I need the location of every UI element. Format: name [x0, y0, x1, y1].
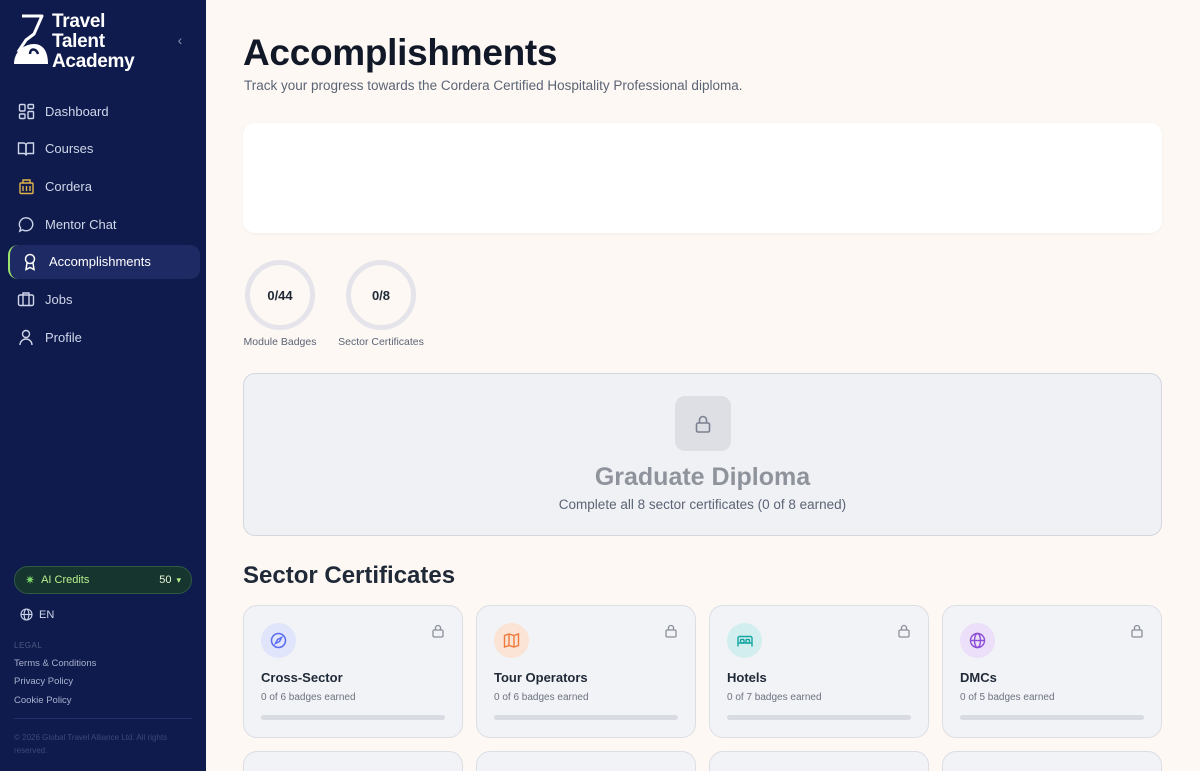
- lock-icon: [431, 624, 445, 643]
- certificate-card-dmcs[interactable]: DMCs 0 of 5 badges earned: [942, 605, 1162, 738]
- sidebar-item-label: Courses: [45, 141, 94, 157]
- logo-mark-icon: [14, 14, 48, 64]
- sidebar-item-mentor-chat[interactable]: Mentor Chat: [8, 207, 200, 241]
- certificate-card[interactable]: [942, 751, 1162, 771]
- progress-bar: [727, 715, 911, 720]
- sidebar: Travel Talent Academy ‹ Dashboard Course…: [0, 0, 206, 771]
- progress-ring: 0/44: [245, 260, 315, 330]
- certificate-card-hotels[interactable]: Hotels 0 of 7 badges earned: [709, 605, 929, 738]
- stat-label: Module Badges: [243, 336, 317, 348]
- loading-card: [243, 123, 1162, 233]
- legal-heading: LEGAL: [14, 641, 43, 650]
- stat-value: 0/44: [267, 287, 293, 303]
- lock-icon: [1130, 624, 1144, 643]
- sidebar-item-label: Dashboard: [45, 103, 109, 119]
- certificate-progress-text: 0 of 7 badges earned: [727, 692, 822, 703]
- globe-icon: [20, 608, 33, 621]
- sidebar-item-profile[interactable]: Profile: [8, 320, 200, 354]
- certificate-name: DMCs: [960, 670, 997, 685]
- sidebar-item-jobs[interactable]: Jobs: [8, 282, 200, 316]
- compass-icon: [261, 623, 296, 658]
- certificate-progress-text: 0 of 5 badges earned: [960, 692, 1055, 703]
- graduate-diploma-card: Graduate Diploma Complete all 8 sector c…: [243, 373, 1162, 536]
- diploma-subtitle: Complete all 8 sector certificates (0 of…: [558, 497, 847, 512]
- sidebar-item-label: Mentor Chat: [45, 216, 117, 232]
- sidebar-item-cordera[interactable]: Cordera: [8, 169, 200, 203]
- diploma-title: Graduate Diploma: [594, 463, 811, 491]
- language-selector[interactable]: EN: [20, 608, 54, 621]
- progress-bar: [494, 715, 678, 720]
- certificate-card[interactable]: [709, 751, 929, 771]
- chevron-down-icon: ▾: [176, 574, 181, 585]
- ribbon-icon: [20, 252, 40, 272]
- sector-certificates-stat: 0/8 Sector Certificates: [337, 260, 425, 348]
- sidebar-item-label: Profile: [45, 329, 82, 345]
- language-label: EN: [39, 608, 55, 621]
- chat-icon: [16, 214, 36, 234]
- progress-bar: [960, 715, 1144, 720]
- terms-link[interactable]: Terms & Conditions: [14, 658, 96, 669]
- briefcase-icon: [16, 289, 36, 309]
- lock-icon: [897, 624, 911, 643]
- collapse-sidebar-button[interactable]: ‹: [172, 32, 188, 48]
- progress-ring: 0/8: [346, 260, 416, 330]
- cookie-link[interactable]: Cookie Policy: [14, 695, 72, 706]
- divider: [14, 718, 192, 719]
- lock-icon: [675, 396, 731, 451]
- sidebar-item-accomplishments[interactable]: Accomplishments: [8, 244, 200, 279]
- sidebar-item-courses[interactable]: Courses: [8, 132, 200, 166]
- sidebar-item-label: Jobs: [45, 291, 73, 307]
- page-title: Accomplishments: [243, 32, 558, 73]
- stat-label: Sector Certificates: [338, 336, 424, 348]
- dashboard-icon: [16, 101, 36, 121]
- certificate-progress-text: 0 of 6 badges earned: [261, 692, 356, 703]
- logo-text: Travel Talent Academy: [52, 11, 135, 72]
- certificate-card[interactable]: [476, 751, 696, 771]
- building-icon: [16, 176, 36, 196]
- sidebar-item-label: Cordera: [45, 178, 92, 194]
- sidebar-item-label: Accomplishments: [49, 254, 151, 270]
- section-title: Sector Certificates: [243, 562, 456, 589]
- lock-icon: [664, 624, 678, 643]
- certificate-name: Hotels: [727, 670, 767, 685]
- ai-credits-value: 50: [159, 574, 172, 586]
- sidebar-item-dashboard[interactable]: Dashboard: [8, 94, 200, 128]
- stat-value: 0/8: [371, 287, 391, 303]
- ai-credits-label: AI Credits: [41, 574, 90, 586]
- sidebar-nav: Dashboard Courses Cordera Mentor Chat Ac…: [8, 94, 200, 358]
- user-icon: [16, 327, 36, 347]
- certificate-name: Cross-Sector: [261, 670, 343, 685]
- ai-credits-button[interactable]: ✷ AI Credits 50 ▾: [14, 566, 192, 594]
- certificate-card[interactable]: [243, 751, 463, 771]
- logo[interactable]: Travel Talent Academy: [12, 12, 142, 72]
- certificate-card-tour-operators[interactable]: Tour Operators 0 of 6 badges earned: [476, 605, 696, 738]
- main-content: Accomplishments Track your progress towa…: [206, 0, 1200, 771]
- privacy-link[interactable]: Privacy Policy: [14, 676, 73, 687]
- page-subtitle: Track your progress towards the Cordera …: [244, 78, 743, 93]
- module-badges-stat: 0/44 Module Badges: [243, 260, 317, 348]
- certificate-card-cross-sector[interactable]: Cross-Sector 0 of 6 badges earned: [243, 605, 463, 738]
- certificate-progress-text: 0 of 6 badges earned: [494, 692, 589, 703]
- bed-icon: [727, 623, 762, 658]
- progress-bar: [261, 715, 445, 720]
- certificate-name: Tour Operators: [494, 670, 588, 685]
- copyright: © 2026 Global Travel Alliance Ltd. All r…: [14, 733, 168, 755]
- book-icon: [16, 139, 36, 159]
- sparkle-icon: ✷: [25, 573, 36, 587]
- map-icon: [494, 623, 529, 658]
- globe-icon: [960, 623, 995, 658]
